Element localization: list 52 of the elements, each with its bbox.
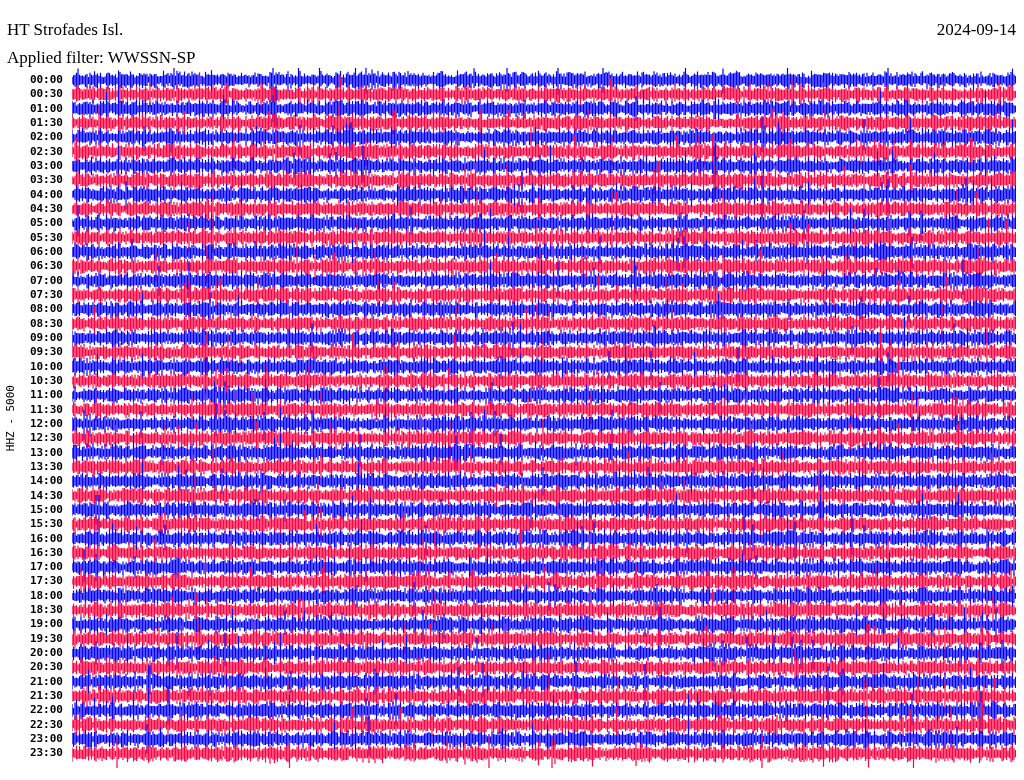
time-label: 12:00 (29, 416, 63, 432)
time-label: 19:30 (29, 631, 63, 647)
station-title: HT Strofades Isl. (7, 20, 124, 40)
time-label: 02:30 (29, 144, 63, 159)
time-label: 13:30 (29, 459, 63, 475)
time-label: 09:30 (29, 345, 63, 360)
time-label: 06:30 (29, 259, 63, 274)
time-label: 23:00 (29, 732, 63, 747)
time-label: 07:00 (29, 273, 63, 288)
time-label: 03:00 (29, 158, 63, 174)
time-label: 08:00 (29, 302, 63, 317)
time-label: 23:30 (29, 746, 63, 761)
time-label: 04:30 (29, 201, 63, 217)
time-label: 18:00 (29, 588, 63, 604)
time-label: 07:30 (29, 287, 63, 303)
time-label: 20:00 (29, 646, 63, 661)
time-label: 22:00 (29, 703, 63, 718)
time-label: 05:00 (29, 216, 63, 231)
time-label: 10:00 (29, 359, 63, 374)
time-label: 21:30 (29, 689, 63, 704)
time-label: 12:30 (29, 431, 63, 446)
time-label: 13:00 (29, 445, 63, 460)
date-text: 2024-09-14 (936, 20, 1016, 40)
time-label: 10:30 (29, 373, 63, 389)
time-label: 19:00 (29, 617, 63, 632)
time-label: 02:00 (29, 130, 63, 145)
time-label: 16:30 (29, 545, 63, 561)
time-label: 17:00 (29, 560, 63, 575)
time-label: 15:00 (29, 502, 63, 518)
time-label: 03:30 (29, 173, 63, 188)
time-label: 05:30 (29, 230, 63, 245)
time-label: 01:30 (29, 116, 63, 131)
time-label: 16:00 (29, 531, 63, 546)
time-label: 11:30 (29, 402, 63, 417)
time-label: 18:30 (29, 603, 63, 618)
time-label: 00:00 (29, 73, 63, 88)
time-label: 01:00 (29, 101, 63, 116)
time-label: 15:30 (29, 517, 63, 532)
time-label: 21:00 (29, 674, 63, 690)
time-label: 11:00 (29, 388, 63, 403)
time-label: 06:00 (29, 244, 63, 260)
time-label: 08:30 (29, 316, 63, 331)
channel-label: HHZ - 5000 (4, 384, 16, 452)
time-label: 14:30 (29, 488, 63, 503)
time-label: 14:00 (29, 474, 63, 489)
time-label: 00:30 (29, 87, 63, 102)
time-label: 09:00 (29, 330, 63, 346)
time-label: 22:30 (29, 717, 63, 733)
time-label: 04:00 (29, 187, 63, 202)
filter-text: Applied filter: WWSSN-SP (6, 47, 197, 68)
time-label: 20:30 (29, 660, 63, 675)
time-label: 17:30 (29, 574, 63, 589)
